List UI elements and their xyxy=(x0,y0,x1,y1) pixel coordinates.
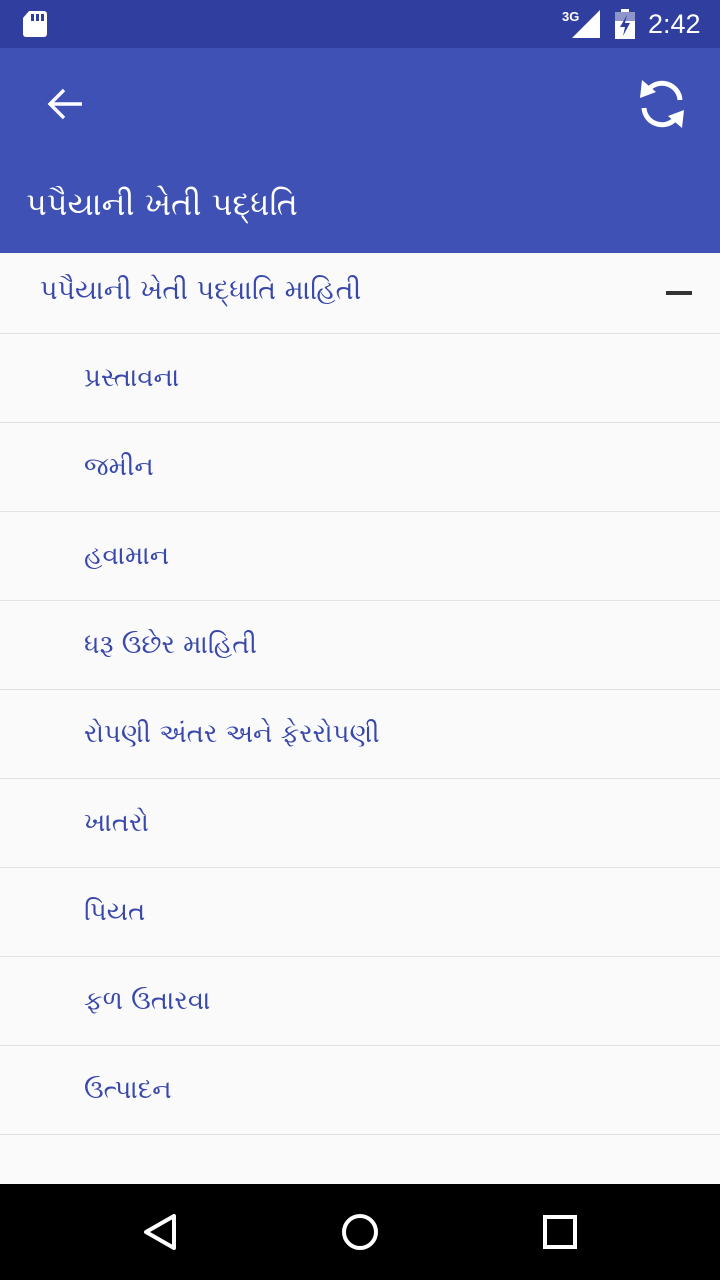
status-time: 2:42 xyxy=(648,9,701,39)
nav-back-button[interactable] xyxy=(136,1208,184,1256)
nav-home-icon xyxy=(342,1214,378,1250)
nav-recent-icon xyxy=(543,1215,577,1249)
collapse-minus-icon[interactable] xyxy=(666,291,692,295)
list-item[interactable]: ખાતરો xyxy=(0,779,720,868)
list-item-label: પ્રસ્તાવના xyxy=(84,363,180,393)
nav-home-button[interactable] xyxy=(336,1208,384,1256)
list-item[interactable]: ઉત્પાદન xyxy=(0,1046,720,1135)
list-item[interactable]: પિયત xyxy=(0,868,720,957)
list-item-label: ખાતરો xyxy=(84,808,149,838)
list-item[interactable]: ફળ ઉતારવા xyxy=(0,957,720,1046)
sd-card-icon xyxy=(23,11,47,37)
list-item[interactable]: જમીન xyxy=(0,423,720,512)
status-bar: 3G 2:42 xyxy=(0,0,720,48)
list-item[interactable]: પ્રસ્તાવના xyxy=(0,334,720,423)
refresh-icon xyxy=(640,80,684,128)
page-title: પપૈયાની ખેતી પદ્ધતિ xyxy=(26,185,298,223)
list-item-label: જમીન xyxy=(84,452,154,482)
list-item-label: ફળ ઉતારવા xyxy=(84,986,211,1016)
expandable-list: પપૈયાની ખેતી પદ્ધાતિ માહિતી પ્રસ્તાવના જ… xyxy=(0,253,720,1184)
list-item[interactable]: રોપણી અંતર અને ફેરરોપણી xyxy=(0,690,720,779)
navigation-bar xyxy=(0,1184,720,1280)
app-bar: પપૈયાની ખેતી પદ્ધતિ xyxy=(0,48,720,253)
list-item-label: હવામાન xyxy=(84,541,170,571)
list-item-label: રોપણી અંતર અને ફેરરોપણી xyxy=(84,719,380,749)
nav-back-icon xyxy=(144,1214,176,1250)
list-item-label: પિયત xyxy=(84,897,146,927)
group-header[interactable]: પપૈયાની ખેતી પદ્ધાતિ માહિતી xyxy=(0,253,720,334)
battery-charging-icon xyxy=(615,9,635,39)
signal-3g-icon: 3G xyxy=(562,9,600,38)
back-arrow-icon xyxy=(47,88,82,120)
network-type-label: 3G xyxy=(562,9,579,24)
back-button[interactable] xyxy=(30,78,102,130)
nav-recent-button[interactable] xyxy=(536,1208,584,1256)
refresh-button[interactable] xyxy=(626,72,698,136)
list-item[interactable]: હવામાન xyxy=(0,512,720,601)
list-item-label: ઉત્પાદન xyxy=(84,1075,172,1105)
list-item[interactable] xyxy=(0,1135,720,1184)
list-item-label: ધરૂ ઉછેર માહિતી xyxy=(84,630,257,660)
group-title: પપૈયાની ખેતી પદ્ધાતિ માહિતી xyxy=(40,275,362,306)
list-item[interactable]: ધરૂ ઉછેર માહિતી xyxy=(0,601,720,690)
